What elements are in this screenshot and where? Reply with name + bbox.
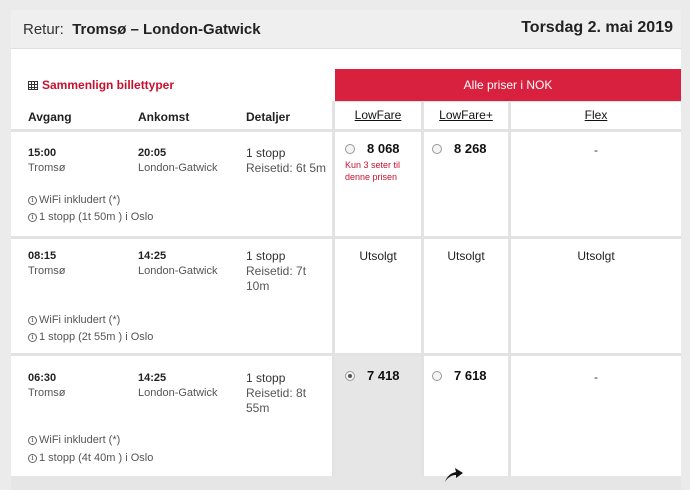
fare-price: 8 068 — [367, 141, 400, 156]
info-icon: i — [28, 315, 37, 325]
travel-time: Reisetid: 6t 5m — [246, 161, 327, 175]
compare-fare-types-link[interactable]: Sammenlign billettyper — [28, 78, 174, 92]
divider — [508, 101, 511, 476]
stopover-label: 1 stopp (2t 55m ) i Oslo — [39, 331, 154, 343]
wifi-label: WiFi inkludert (*) — [39, 434, 121, 446]
info-icon: i — [28, 453, 37, 463]
fare-header-label: LowFare+ — [439, 108, 493, 122]
arrival-place: London-Gatwick — [138, 387, 218, 399]
divider — [332, 101, 335, 476]
stopover-info[interactable]: i 1 stopp (1t 50m ) i Oslo — [28, 211, 153, 223]
sold-out-flex: Utsolgt — [577, 249, 615, 263]
stopover-label: 1 stopp (4t 40m ) i Oslo — [39, 452, 154, 464]
bottom-bar — [11, 476, 681, 490]
info-icon: i — [28, 195, 37, 205]
currency-banner: Alle priser i NOK — [335, 69, 681, 101]
divider — [11, 353, 681, 356]
arrival-time: 14:25 — [138, 372, 167, 384]
route-prefix: Retur: — [23, 21, 64, 38]
info-icon: i — [28, 212, 37, 222]
stopover-info[interactable]: i 1 stopp (2t 55m ) i Oslo — [28, 331, 153, 343]
compare-link-label: Sammenlign billettyper — [42, 78, 175, 92]
departure-time: 08:15 — [28, 250, 57, 262]
fare-header-label: LowFare — [354, 108, 402, 122]
fare-option-lowfare-plus[interactable]: 7 618 — [432, 368, 487, 383]
route-name: Tromsø – London-Gatwick — [72, 21, 261, 38]
departure-place: Tromsø — [28, 387, 66, 399]
col-arrival: Ankomst — [138, 110, 190, 124]
divider — [11, 236, 681, 239]
departure-place: Tromsø — [28, 162, 66, 174]
seats-left-warning: Kun 3 seter til denne prisen — [345, 160, 401, 182]
travel-date: Torsdag 2. mai 2019 — [521, 19, 673, 36]
sold-out-lowfare: Utsolgt — [359, 249, 397, 263]
arrival-place: London-Gatwick — [138, 265, 218, 277]
departure-place: Tromsø — [28, 265, 66, 277]
fare-radio[interactable] — [345, 143, 355, 154]
fare-header-lowfare-plus[interactable]: LowFare+ — [424, 101, 508, 130]
stopover-label: 1 stopp (1t 50m ) i Oslo — [39, 211, 154, 223]
fare-option-lowfare[interactable]: 7 418 — [345, 368, 400, 383]
stopover-info[interactable]: i 1 stopp (4t 40m ) i Oslo — [28, 452, 153, 464]
fare-unavailable-flex: - — [594, 370, 598, 384]
flight-results-panel: Retur: Tromsø – London-Gatwick Torsdag 2… — [11, 10, 681, 490]
wifi-label: WiFi inkludert (*) — [39, 194, 121, 206]
route-heading: Retur: Tromsø – London-Gatwick — [23, 21, 261, 38]
stops-count[interactable]: 1 stopp — [246, 371, 285, 385]
arrival-time: 20:05 — [138, 147, 167, 159]
fare-radio[interactable] — [432, 370, 442, 381]
fare-unavailable-flex: - — [594, 143, 598, 157]
info-icon: i — [28, 435, 37, 445]
fare-price: 7 618 — [454, 368, 487, 383]
fare-option-lowfare-plus[interactable]: 8 268 — [432, 141, 487, 156]
departure-time: 06:30 — [28, 372, 57, 384]
fare-header-flex[interactable]: Flex — [511, 101, 681, 130]
fare-radio[interactable] — [432, 143, 442, 154]
header-bar: Retur: Tromsø – London-Gatwick Torsdag 2… — [11, 10, 681, 49]
wifi-info[interactable]: i WiFi inkludert (*) — [28, 434, 120, 446]
fare-price: 7 418 — [367, 368, 400, 383]
divider — [11, 129, 681, 132]
fare-header-lowfare[interactable]: LowFare — [335, 101, 421, 130]
col-details: Detaljer — [246, 110, 291, 124]
travel-time: Reisetid: 7t 10m — [246, 264, 307, 293]
wifi-info[interactable]: i WiFi inkludert (*) — [28, 314, 120, 326]
sold-out-lowfare-plus: Utsolgt — [447, 249, 485, 263]
col-departure: Avgang — [28, 110, 72, 124]
arrival-place: London-Gatwick — [138, 162, 218, 174]
travel-time: Reisetid: 8t 55m — [246, 386, 307, 415]
fare-header-label: Flex — [584, 108, 608, 122]
wifi-label: WiFi inkludert (*) — [39, 314, 121, 326]
fare-price: 8 268 — [454, 141, 487, 156]
table-icon — [28, 80, 38, 90]
wifi-info[interactable]: i WiFi inkludert (*) — [28, 194, 120, 206]
arrival-time: 14:25 — [138, 250, 167, 262]
stops-count[interactable]: 1 stopp — [246, 146, 285, 160]
fare-option-lowfare[interactable]: 8 068 — [345, 141, 400, 156]
info-icon: i — [28, 332, 37, 342]
fare-radio-selected[interactable] — [345, 370, 355, 381]
curved-arrow-cursor-icon — [445, 468, 463, 482]
stops-count[interactable]: 1 stopp — [246, 249, 285, 263]
departure-time: 15:00 — [28, 147, 57, 159]
divider — [421, 101, 424, 476]
